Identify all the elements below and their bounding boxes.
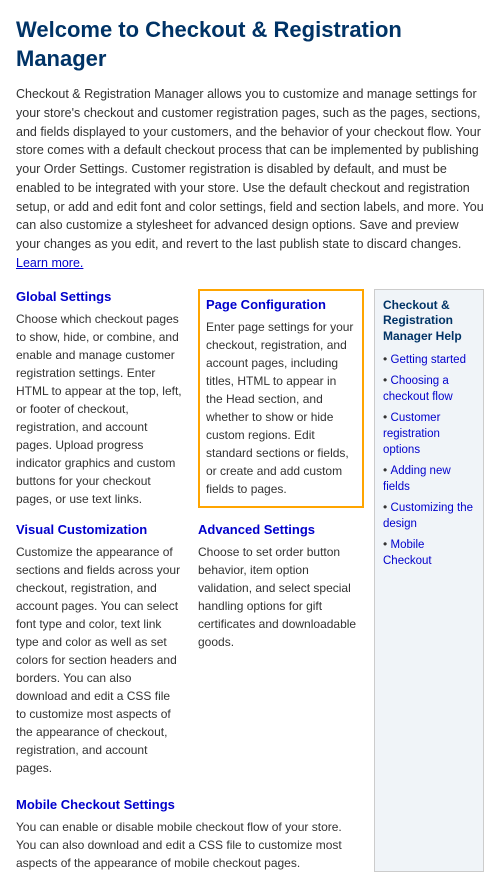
mobile-checkout-link[interactable]: Mobile Checkout Settings	[16, 797, 364, 812]
global-settings-block: Global Settings Choose which checkout pa…	[16, 289, 182, 508]
visual-customization-link[interactable]: Visual Customization	[16, 522, 182, 537]
left-content: Global Settings Choose which checkout pa…	[16, 289, 374, 872]
sidebar-title: Checkout & Registration Manager Help	[383, 298, 475, 345]
page-configuration-link[interactable]: Page Configuration	[206, 297, 356, 312]
sections-grid: Global Settings Choose which checkout pa…	[16, 289, 364, 791]
checkout-flow-link[interactable]: Choosing a checkout flow	[383, 375, 453, 403]
sidebar-item-getting-started: Getting started	[383, 352, 475, 368]
sidebar-item-checkout-flow: Choosing a checkout flow	[383, 373, 475, 405]
visual-customization-text: Customize the appearance of sections and…	[16, 543, 182, 777]
getting-started-link[interactable]: Getting started	[391, 354, 466, 366]
customer-registration-link[interactable]: Customer registration options	[383, 412, 440, 456]
advanced-settings-link[interactable]: Advanced Settings	[198, 522, 364, 537]
page-configuration-block: Page Configuration Enter page settings f…	[198, 289, 364, 508]
sidebar-item-adding-fields: Adding new fields	[383, 463, 475, 495]
page-configuration-text: Enter page settings for your checkout, r…	[206, 318, 356, 498]
learn-more-link[interactable]: Learn more.	[16, 256, 83, 270]
adding-fields-link[interactable]: Adding new fields	[383, 465, 451, 493]
mobile-checkout-text: You can enable or disable mobile checkou…	[16, 818, 364, 872]
customizing-design-link[interactable]: Customizing the design	[383, 502, 473, 530]
sidebar-item-customizing-design: Customizing the design	[383, 500, 475, 532]
sidebar-item-mobile-checkout: Mobile Checkout	[383, 537, 475, 569]
advanced-settings-block: Advanced Settings Choose to set order bu…	[198, 522, 364, 777]
intro-paragraph: Checkout & Registration Manager allows y…	[16, 85, 484, 273]
help-sidebar: Checkout & Registration Manager Help Get…	[374, 289, 484, 872]
page-title: Welcome to Checkout & Registration Manag…	[16, 16, 484, 73]
sidebar-links-list: Getting started Choosing a checkout flow…	[383, 352, 475, 568]
global-settings-text: Choose which checkout pages to show, hid…	[16, 310, 182, 508]
mobile-section-block: Mobile Checkout Settings You can enable …	[16, 797, 364, 872]
visual-customization-block: Visual Customization Customize the appea…	[16, 522, 182, 777]
mobile-checkout-sidebar-link[interactable]: Mobile Checkout	[383, 539, 432, 567]
main-content: Global Settings Choose which checkout pa…	[16, 289, 484, 872]
global-settings-link[interactable]: Global Settings	[16, 289, 182, 304]
advanced-settings-text: Choose to set order button behavior, ite…	[198, 543, 364, 651]
sidebar-item-customer-registration: Customer registration options	[383, 410, 475, 458]
